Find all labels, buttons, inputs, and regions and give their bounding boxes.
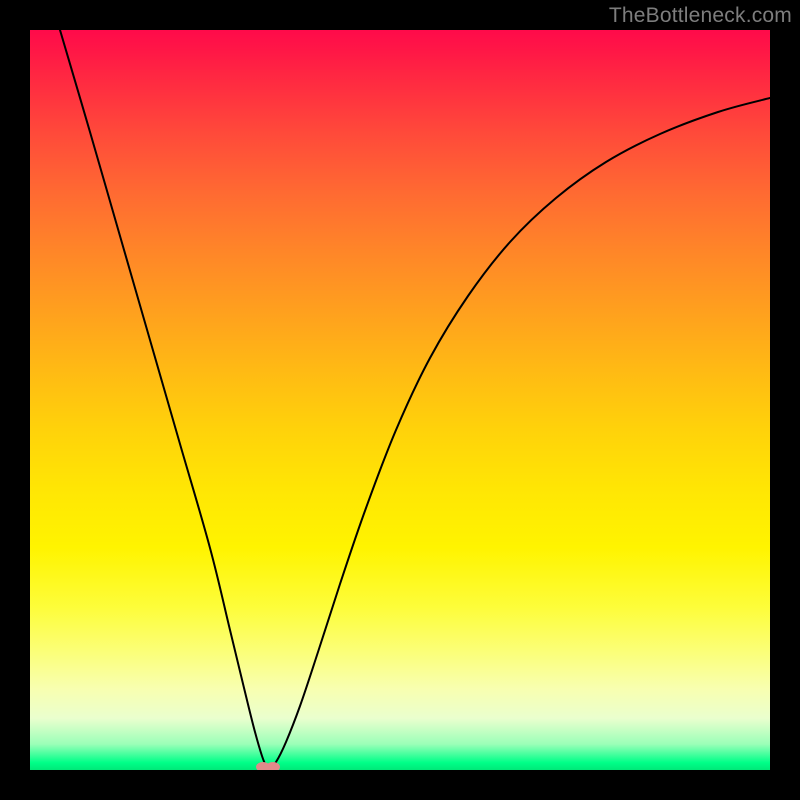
curve-left-branch: [60, 30, 268, 770]
bottleneck-curve: [60, 30, 770, 770]
plot-area: [30, 30, 770, 770]
watermark-text: TheBottleneck.com: [609, 4, 792, 28]
curve-right-branch: [268, 98, 770, 770]
vertex-dot-1: [266, 762, 280, 770]
curve-layer: [30, 30, 770, 770]
chart-frame: TheBottleneck.com: [0, 0, 800, 800]
vertex-marker: [256, 762, 280, 770]
